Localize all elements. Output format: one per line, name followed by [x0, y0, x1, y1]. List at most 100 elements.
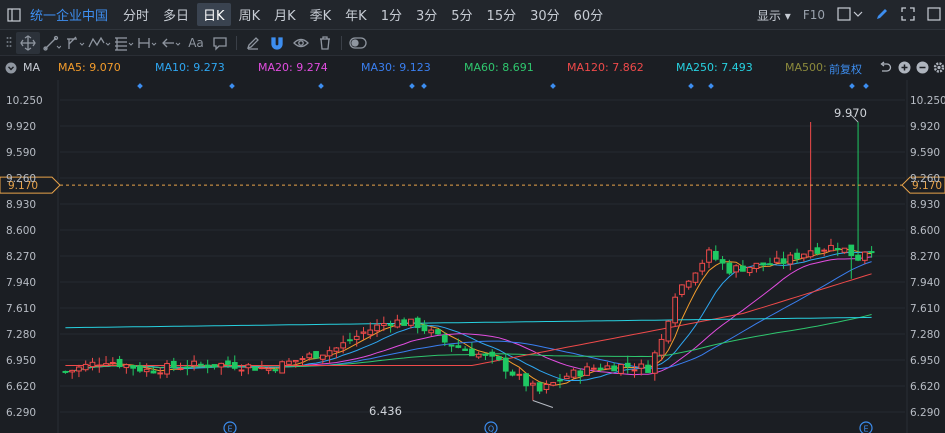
zoom-in-icon[interactable] [898, 61, 911, 77]
y-tick-left: 6.290 [6, 407, 36, 419]
trend-line-icon[interactable] [40, 32, 64, 54]
y-tick-right: 9.920 [910, 121, 940, 133]
candle-body [177, 368, 184, 371]
candle [475, 351, 482, 359]
candle-body [645, 364, 651, 373]
tab-period-0[interactable]: 分时 [117, 3, 155, 26]
candle [563, 372, 570, 380]
candle-body [435, 329, 441, 335]
tab-period-2[interactable]: 日K [197, 3, 231, 26]
ma-toggle[interactable]: MA [23, 61, 40, 74]
kline-chart[interactable]: 9.170 9.170 10.250 9.920 9.590 9.260 8.930 8.6… [0, 80, 945, 433]
tab-period-5[interactable]: 季K [304, 3, 338, 26]
tab-period-6[interactable]: 年K [339, 3, 373, 26]
candle [130, 364, 137, 376]
candle [753, 262, 760, 273]
candle [767, 257, 773, 266]
toggle-visibility-icon[interactable] [346, 32, 370, 54]
sidebar-toggle-icon[interactable] [4, 5, 24, 25]
candle [685, 280, 692, 290]
ma250-label: MA250: 7.493 [676, 61, 753, 74]
channel-line-icon[interactable] [64, 32, 88, 54]
tab-period-10[interactable]: 15分 [481, 3, 523, 26]
candle-body [631, 369, 638, 372]
tab-period-12[interactable]: 60分 [568, 3, 610, 26]
candle [807, 122, 814, 259]
settings-icon[interactable] [933, 61, 945, 77]
candle [848, 244, 855, 279]
zoom-out-icon[interactable] [916, 61, 929, 77]
candle-body [624, 362, 631, 368]
candle-body [333, 347, 340, 352]
ma-collapse-icon[interactable] [5, 62, 17, 77]
candle [550, 381, 557, 387]
bottom-event-marker[interactable]: Q [484, 421, 498, 433]
bottom-event-marker[interactable]: E [223, 421, 237, 433]
candle-body [326, 350, 333, 357]
candle [157, 367, 164, 379]
draw-pen-icon[interactable] [875, 7, 889, 24]
fibonacci-icon[interactable] [112, 32, 136, 54]
candle-body [834, 248, 841, 251]
candle-body [62, 370, 69, 373]
candle [103, 356, 109, 367]
candle [645, 360, 651, 373]
tab-period-7[interactable]: 1分 [375, 3, 408, 26]
crosshair-icon[interactable] [16, 31, 40, 54]
wave-line-icon[interactable] [88, 32, 112, 54]
eraser-pen-icon[interactable] [241, 32, 265, 54]
ma-legend-bar: MA MA5: 9.070 MA10: 9.273 MA20: 9.274 MA… [0, 57, 945, 79]
candle [428, 327, 435, 337]
tab-period-9[interactable]: 5分 [445, 3, 478, 26]
candle [740, 260, 746, 272]
candle [529, 380, 536, 401]
tab-period-3[interactable]: 周K [233, 3, 267, 26]
candle [814, 242, 821, 256]
candle-body [374, 324, 380, 332]
adjust-label[interactable]: 前复权 [829, 61, 862, 77]
y-tick-right: 8.930 [910, 199, 940, 211]
candle-body [313, 351, 319, 359]
display-menu[interactable]: 显示 ▾ [757, 7, 791, 24]
drawing-toolbar: Aa [0, 30, 945, 56]
candle [367, 322, 374, 340]
tab-period-8[interactable]: 3分 [410, 3, 443, 26]
candle-body [712, 251, 719, 260]
bottom-event-marker[interactable]: E [859, 421, 873, 433]
candle-body [496, 356, 502, 361]
candle [672, 293, 679, 327]
candle [651, 350, 658, 381]
bottom-marker-label: Q [488, 425, 494, 433]
candle [177, 362, 184, 371]
candle [137, 362, 143, 373]
fullscreen-icon[interactable] [901, 6, 915, 24]
eye-icon[interactable] [289, 32, 313, 54]
text-tool-icon[interactable]: Aa [184, 32, 208, 54]
candle [360, 326, 367, 340]
ma30-label: MA30: 9.123 [361, 61, 431, 74]
y-tick-left: 6.620 [6, 381, 36, 393]
window-icon[interactable] [927, 6, 941, 24]
undo-icon[interactable] [879, 61, 892, 77]
y-tick-right: 9.260 [910, 173, 940, 185]
candle [245, 362, 252, 375]
low-annotation: 6.436 [369, 404, 402, 418]
measure-icon[interactable] [136, 32, 160, 54]
y-tick-right: 8.270 [910, 251, 940, 263]
stock-title[interactable]: 统一企业中国 [30, 5, 108, 24]
arrow-left-icon[interactable] [160, 32, 184, 54]
candle [828, 238, 834, 252]
tab-period-1[interactable]: 多日 [157, 3, 195, 26]
drag-grip-icon[interactable] [2, 32, 16, 54]
comment-icon[interactable] [208, 32, 232, 54]
tab-period-11[interactable]: 30分 [524, 3, 566, 26]
trash-icon[interactable] [313, 32, 337, 54]
tab-period-4[interactable]: 月K [268, 3, 302, 26]
candle-body [787, 254, 794, 265]
ma500-label: MA500: [785, 61, 827, 74]
y-tick-right: 8.600 [910, 225, 940, 237]
candle-body [414, 317, 421, 329]
magnet-icon[interactable] [265, 32, 289, 54]
f10-button[interactable]: F10 [803, 8, 825, 22]
box-select-icon[interactable] [837, 6, 863, 24]
